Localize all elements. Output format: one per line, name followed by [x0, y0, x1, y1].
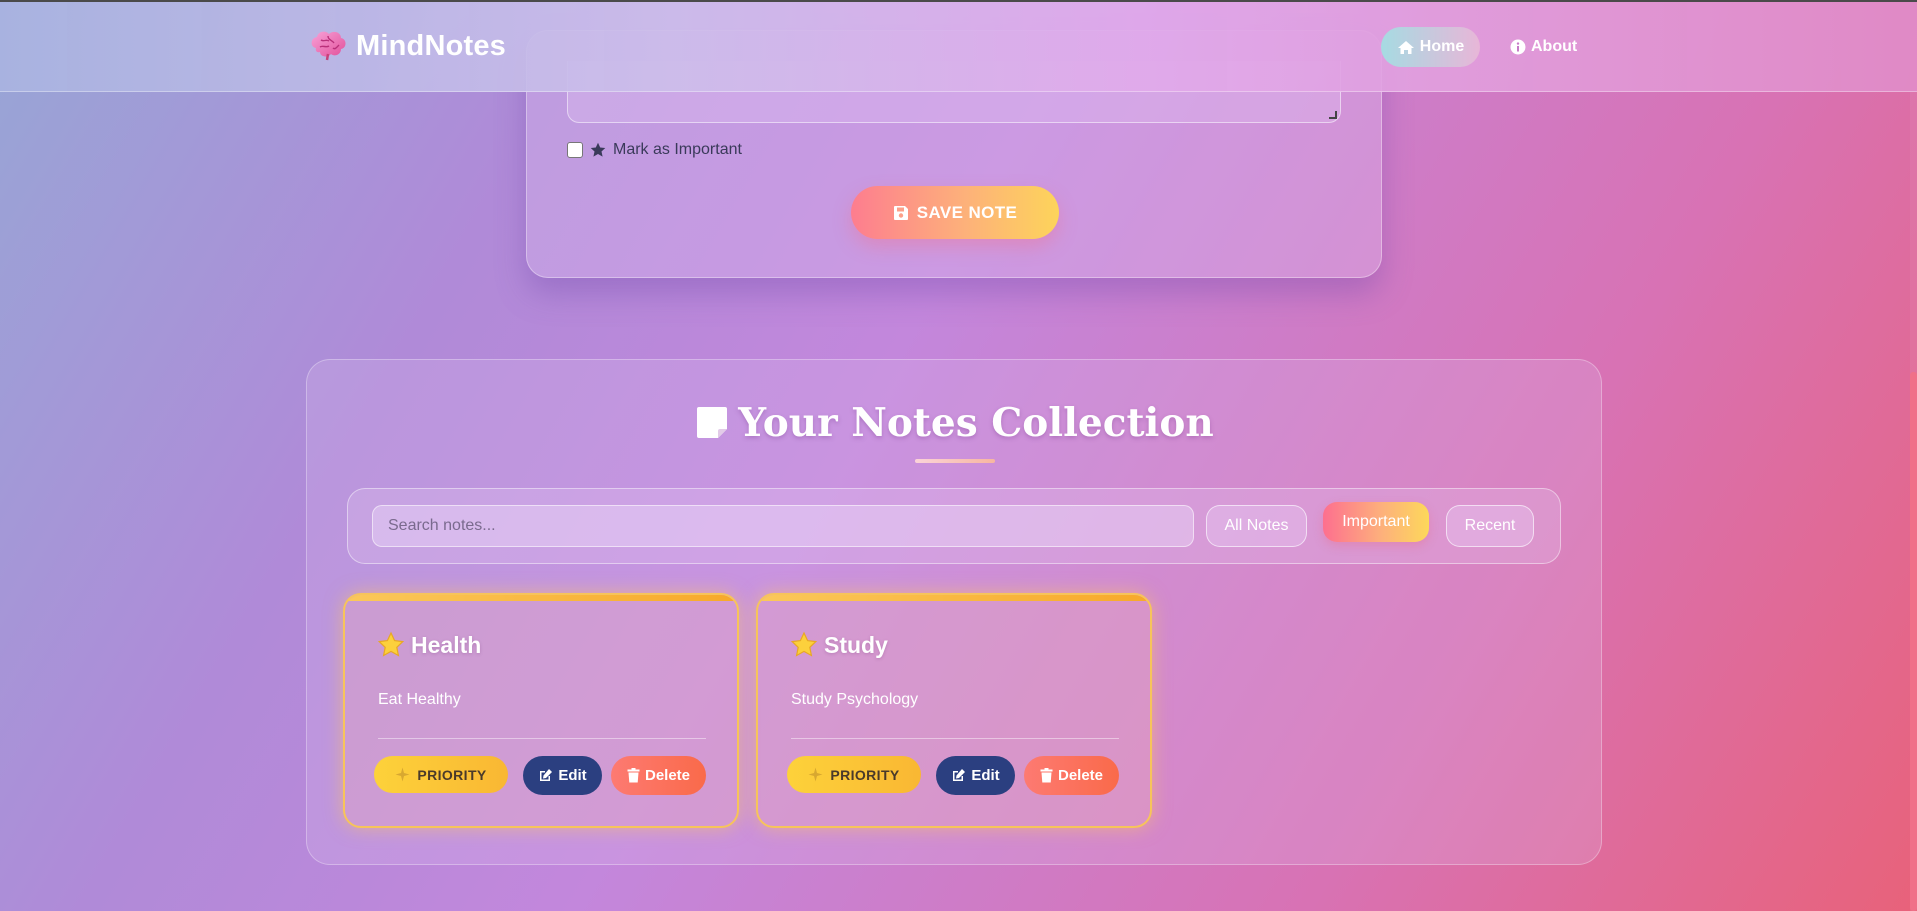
- edit-icon: [953, 769, 966, 781]
- navbar: MindNotes Home About: [0, 2, 1917, 92]
- priority-badge-label: PRIORITY: [417, 766, 487, 783]
- edit-icon: [540, 769, 553, 781]
- save-icon: [893, 205, 908, 220]
- resize-handle[interactable]: [1329, 111, 1337, 119]
- nav-about-label: About: [1531, 38, 1578, 55]
- edit-label: Edit: [971, 767, 1000, 784]
- edit-note-button[interactable]: Edit: [523, 756, 602, 795]
- filter-important-button[interactable]: Important: [1323, 502, 1429, 542]
- brain-icon: [311, 31, 346, 61]
- note-card[interactable]: Health Eat Healthy PRIORITY Edit Delete: [343, 593, 739, 828]
- important-label: Mark as Important: [613, 141, 742, 158]
- note-content: Study Psychology: [791, 691, 919, 708]
- search-input[interactable]: [372, 505, 1194, 547]
- note-content: Eat Healthy: [378, 691, 461, 708]
- sparkle-icon: [808, 767, 823, 782]
- edit-label: Edit: [558, 767, 587, 784]
- nav-about-link[interactable]: About: [1510, 27, 1577, 67]
- delete-label: Delete: [1057, 767, 1104, 784]
- filter-recent-label: Recent: [1464, 517, 1516, 534]
- note-card[interactable]: Study Study Psychology PRIORITY Edit Del…: [756, 593, 1152, 828]
- sticky-note-icon: [697, 407, 728, 438]
- notes-header: Your Notes Collection: [307, 400, 1601, 446]
- mark-important-row[interactable]: Mark as Important: [567, 141, 742, 159]
- delete-note-button[interactable]: Delete: [1024, 756, 1119, 795]
- trash-icon: [627, 768, 640, 783]
- scrollbar-thumb[interactable]: [1910, 372, 1917, 911]
- filter-bar: All Notes Important Recent: [347, 488, 1561, 564]
- nav-home-label: Home: [1419, 38, 1465, 55]
- save-note-button[interactable]: SAVE NOTE: [851, 186, 1059, 239]
- filter-important-label: Important: [1342, 513, 1410, 530]
- delete-note-button[interactable]: Delete: [611, 756, 706, 795]
- priority-badge-label: PRIORITY: [830, 766, 900, 783]
- note-title: Health: [411, 631, 482, 658]
- card-divider: [378, 738, 706, 739]
- brand[interactable]: MindNotes: [308, 28, 506, 64]
- filter-all-notes-button[interactable]: All Notes: [1206, 505, 1307, 547]
- home-icon: [1397, 40, 1414, 54]
- filter-recent-button[interactable]: Recent: [1446, 505, 1534, 547]
- priority-badge: PRIORITY: [787, 756, 921, 793]
- edit-note-button[interactable]: Edit: [936, 756, 1015, 795]
- info-icon: [1510, 39, 1526, 55]
- card-divider: [791, 738, 1119, 739]
- title-underline: [915, 459, 995, 463]
- sparkle-icon: [395, 767, 410, 782]
- star-icon: [377, 631, 405, 657]
- scrollbar-track[interactable]: [1910, 0, 1917, 911]
- card-title-row: Study: [790, 631, 888, 659]
- card-priority-bar: [345, 595, 737, 601]
- card-title-row: Health: [377, 631, 481, 659]
- filter-all-notes-label: All Notes: [1224, 517, 1289, 534]
- star-icon: [790, 631, 818, 657]
- card-priority-bar: [758, 595, 1150, 601]
- delete-label: Delete: [644, 767, 691, 784]
- window-top-edge: [0, 0, 1917, 2]
- notes-section-title: Your Notes Collection: [738, 400, 1214, 446]
- priority-badge: PRIORITY: [374, 756, 508, 793]
- nav-home-link[interactable]: Home: [1381, 27, 1480, 67]
- brand-name: MindNotes: [356, 29, 507, 62]
- star-icon: [590, 142, 606, 157]
- trash-icon: [1040, 768, 1053, 783]
- important-checkbox[interactable]: [567, 142, 583, 158]
- save-note-label: SAVE NOTE: [916, 202, 1018, 222]
- note-title: Study: [824, 631, 888, 658]
